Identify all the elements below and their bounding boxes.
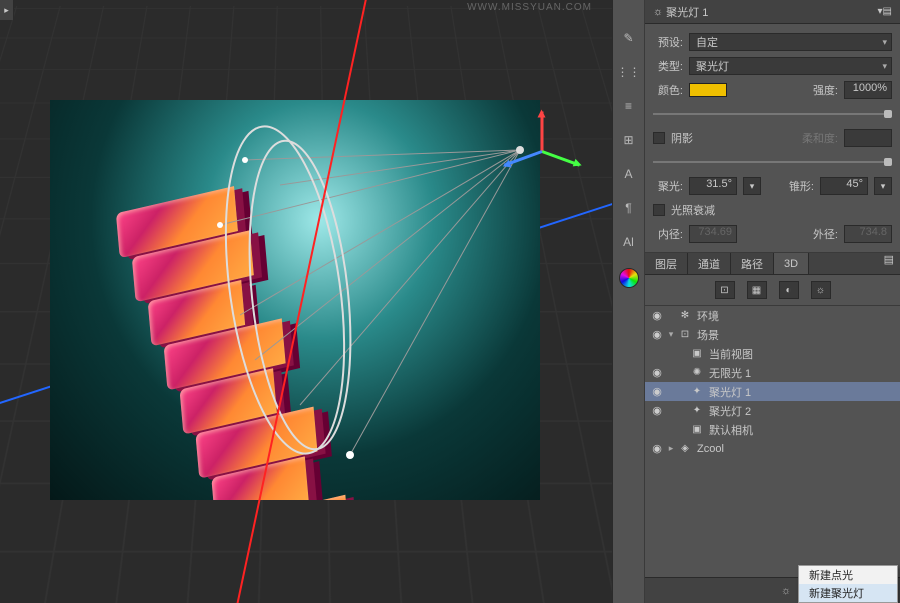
intensity-input[interactable]: 1000%: [844, 81, 892, 99]
preset-dropdown[interactable]: 自定: [689, 33, 892, 51]
filter-light-btn[interactable]: ☼: [811, 281, 831, 299]
type-dropdown[interactable]: 聚光灯: [689, 57, 892, 75]
vertical-toolbar: ✎ ⋮⋮ ≡ ⊞ A ¶ Al: [613, 0, 645, 603]
filter-mesh-btn[interactable]: ▦: [747, 281, 767, 299]
transform-gizmo[interactable]: [502, 110, 582, 190]
brush-tool-icon[interactable]: ✎: [620, 30, 638, 46]
options-icon[interactable]: ⋮⋮: [620, 64, 638, 80]
softness-slider: [653, 156, 892, 168]
light-icon: ✺: [689, 366, 705, 380]
align-icon[interactable]: ≡: [620, 98, 638, 114]
visibility-toggle[interactable]: ◉: [649, 366, 665, 379]
tab-3d[interactable]: 3D: [774, 253, 809, 274]
hotspot-deg-btn[interactable]: ▾: [743, 177, 761, 195]
visibility-toggle[interactable]: ◉: [649, 385, 665, 398]
visibility-toggle[interactable]: ◉: [649, 328, 665, 341]
tree-environment[interactable]: ◉ ✻ 环境: [645, 306, 900, 325]
falloff-checkbox[interactable]: [653, 204, 665, 216]
tree-infinite-light[interactable]: ◉ ✺ 无限光 1: [645, 363, 900, 382]
cone-deg-btn[interactable]: ▾: [874, 177, 892, 195]
shadow-label: 阴影: [671, 130, 693, 146]
extruded-text-object[interactable]: [116, 168, 344, 500]
scene-filter-toolbar: ⊡ ▦ ◐ ☼: [645, 275, 900, 306]
properties-header: ☼ 聚光灯 1 ▾▤: [645, 0, 900, 24]
softness-input: [844, 129, 892, 147]
cone-label: 锥形:: [789, 178, 814, 194]
gizmo-axis-y[interactable]: [541, 112, 544, 152]
preset-label: 预设:: [653, 34, 683, 50]
tab-channels[interactable]: 通道: [688, 253, 731, 274]
visibility-toggle[interactable]: ◉: [649, 309, 665, 322]
render-canvas[interactable]: [50, 100, 540, 500]
light-icon: ☼: [653, 6, 663, 18]
tree-default-camera[interactable]: ▣ 默认相机: [645, 420, 900, 439]
twisty-icon[interactable]: ▾: [665, 329, 677, 340]
inner-label: 内径:: [653, 226, 683, 242]
color-wheel-icon[interactable]: [619, 268, 639, 288]
mesh-icon: ◈: [677, 442, 693, 456]
tree-spotlight-1[interactable]: ◉ ✦ 聚光灯 1: [645, 382, 900, 401]
scene-icon: ⊡: [677, 328, 693, 342]
paragraph-icon[interactable]: ¶: [620, 200, 638, 216]
properties-panel: ✎ ⋮⋮ ≡ ⊞ A ¶ Al ☼ 聚光灯 1 ▾▤ 预设: 自定 类型: 聚光…: [612, 0, 900, 603]
filter-scene-btn[interactable]: ⊡: [715, 281, 735, 299]
menu-new-spot-light[interactable]: 新建聚光灯: [799, 584, 897, 602]
panel-flyout-icon[interactable]: ▾▤: [878, 6, 892, 17]
filter-material-btn[interactable]: ◐: [779, 281, 799, 299]
color-swatch[interactable]: [689, 83, 727, 97]
twisty-icon[interactable]: ▸: [665, 443, 677, 454]
cone-input[interactable]: 45°: [820, 177, 868, 195]
panel-body: ☼ 聚光灯 1 ▾▤ 预设: 自定 类型: 聚光灯 颜色: 强度: 1000%: [645, 0, 900, 603]
inner-input: 734.69: [689, 225, 737, 243]
visibility-toggle[interactable]: ◉: [649, 404, 665, 417]
properties-title: 聚光灯 1: [666, 4, 708, 20]
new-light-context-menu: 新建点光 新建聚光灯: [798, 565, 898, 603]
spotlight-icon: ✦: [689, 385, 705, 399]
three-d-viewport[interactable]: ▸ WWW.MISSYUAN.COM: [0, 0, 612, 603]
tree-current-view[interactable]: ▣ 当前视图: [645, 344, 900, 363]
outer-label: 外径:: [813, 226, 838, 242]
watermark: WWW.MISSYUAN.COM: [467, 2, 592, 13]
tab-layers[interactable]: 图层: [645, 253, 688, 274]
tab-paths[interactable]: 路径: [731, 253, 774, 274]
gizmo-axis-z[interactable]: [504, 150, 543, 166]
grid-icon[interactable]: ⊞: [620, 132, 638, 148]
gizmo-axis-x[interactable]: [541, 150, 580, 166]
shadow-checkbox[interactable]: [653, 132, 665, 144]
new-light-btn[interactable]: ☼: [778, 583, 794, 599]
spotlight-icon: ✦: [689, 404, 705, 418]
tree-spotlight-2[interactable]: ◉ ✦ 聚光灯 2: [645, 401, 900, 420]
scene-tree: ◉ ✻ 环境 ◉ ▾ ⊡ 场景 ▣ 当前视图 ◉ ✺ 无限光 1: [645, 306, 900, 577]
environment-icon: ✻: [677, 309, 693, 323]
tree-zcool[interactable]: ◉ ▸ ◈ Zcool: [645, 439, 900, 458]
light-properties-group: 预设: 自定 类型: 聚光灯 颜色: 强度: 1000% 阴影 柔和度: [645, 24, 900, 253]
styles-icon[interactable]: Al: [620, 234, 638, 250]
type-icon[interactable]: A: [620, 166, 638, 182]
menu-new-point-light[interactable]: 新建点光: [799, 566, 897, 584]
intensity-slider[interactable]: [653, 108, 892, 120]
outer-input: 734.8: [844, 225, 892, 243]
expand-panel-arrow[interactable]: ▸: [0, 0, 14, 20]
hotspot-label: 聚光:: [653, 178, 683, 194]
type-label: 类型:: [653, 58, 683, 74]
visibility-toggle[interactable]: ◉: [649, 442, 665, 455]
camera-icon: ▣: [689, 347, 705, 361]
softness-label: 柔和度:: [802, 130, 838, 146]
hotspot-input[interactable]: 31.5°: [689, 177, 737, 195]
camera-icon: ▣: [689, 423, 705, 437]
tabs-flyout-icon[interactable]: ▤: [878, 253, 900, 274]
tree-scene[interactable]: ◉ ▾ ⊡ 场景: [645, 325, 900, 344]
falloff-label: 光照衰减: [671, 202, 715, 218]
panel-tabs: 图层 通道 路径 3D ▤: [645, 253, 900, 275]
color-label: 颜色:: [653, 82, 683, 98]
intensity-label: 强度:: [813, 82, 838, 98]
